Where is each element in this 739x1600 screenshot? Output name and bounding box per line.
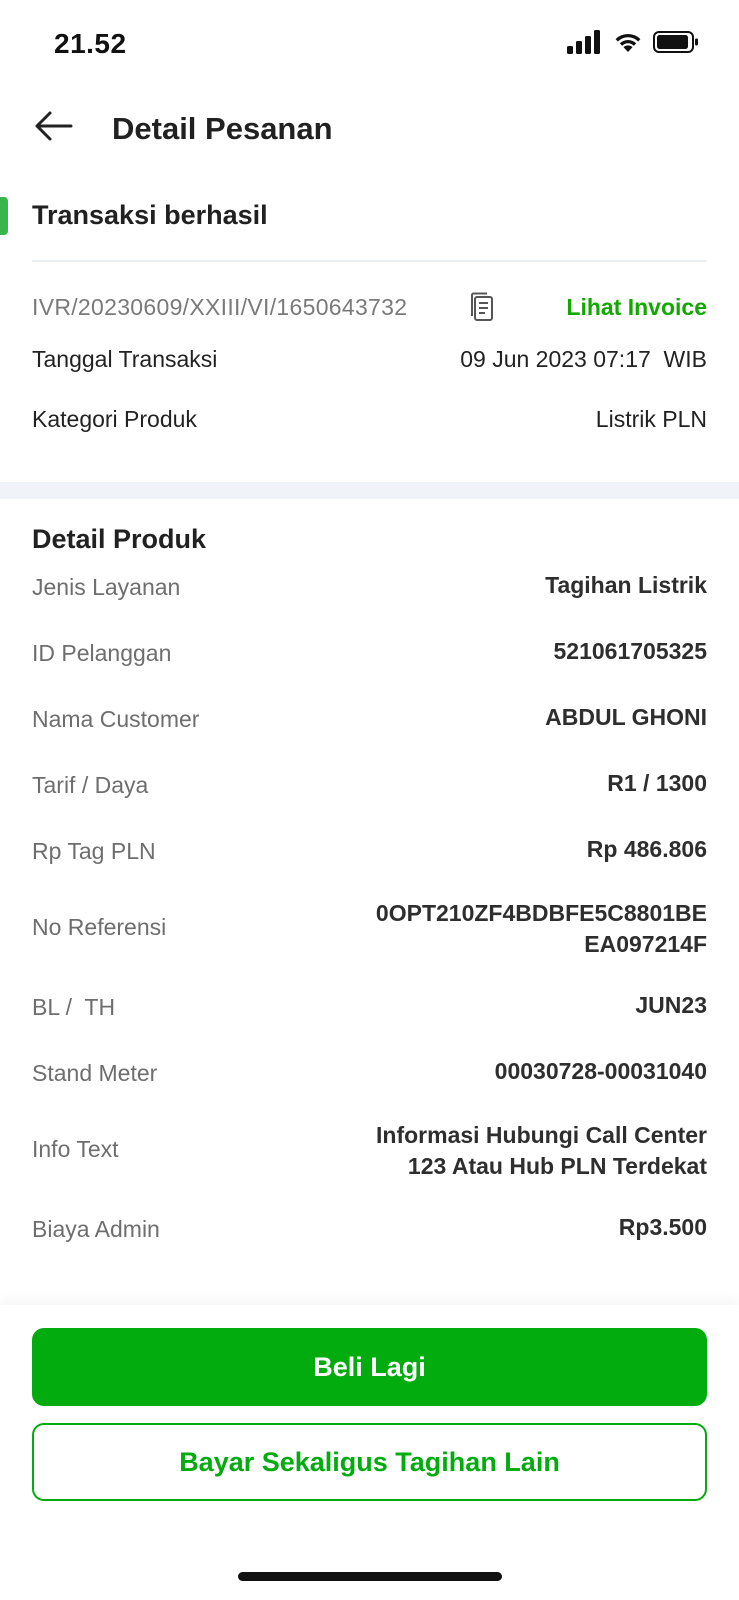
battery-icon [653,30,699,54]
detail-label: No Referensi [32,914,167,940]
detail-label: Stand Meter [32,1060,158,1086]
detail-row-stand-meter: Stand Meter 00030728-00031040 [32,1056,707,1096]
detail-label: BL / TH [32,994,116,1020]
product-detail-title: Detail Produk [32,524,207,554]
status-bar: 21.52 [0,0,739,90]
reference-line-1: 0OPT210ZF4BDBFE5C8801BE [375,900,707,926]
bottom-action-bar: Beli Lagi Bayar Sekaligus Tagihan Lain [0,1305,739,1600]
product-category-value: Listrik PLN [595,406,707,432]
status-time: 21.52 [54,28,127,59]
back-button[interactable] [30,107,76,149]
reference-line-2: EA097214F [584,931,707,957]
invoice-row: IVR/20230609/XXIII/VI/1650643732 Lihat I… [32,290,707,326]
detail-row-reference-number: No Referensi 0OPT210ZF4BDBFE5C8801BE EA0… [32,898,707,962]
detail-value: Rp 486.806 [586,836,707,862]
detail-row-customer-name: Nama Customer ABDUL GHONI [32,702,707,742]
detail-row-tariff: Tarif / Daya R1 / 1300 [32,768,707,808]
detail-label: Biaya Admin [32,1216,160,1242]
transaction-date-row: Tanggal Transaksi 09 Jun 2023 07:17 WIB [32,346,707,380]
transaction-date-value: 09 Jun 2023 07:17 WIB [460,346,707,372]
wifi-icon [613,30,643,54]
view-invoice-link[interactable]: Lihat Invoice [566,294,707,321]
detail-value: 521061705325 [553,638,708,664]
detail-label: Jenis Layanan [32,574,181,600]
status-icons [567,30,699,54]
detail-label: Rp Tag PLN [32,838,156,864]
buy-again-button[interactable]: Beli Lagi [32,1328,707,1406]
detail-row-customer-id: ID Pelanggan 521061705325 [32,636,707,676]
detail-label: Info Text [32,1136,119,1162]
detail-value: R1 / 1300 [607,770,707,796]
detail-label: ID Pelanggan [32,640,172,666]
copy-icon[interactable] [469,292,495,322]
detail-label: Nama Customer [32,706,200,732]
detail-value: Informasi Hubungi Call Center 123 Atau H… [376,1120,707,1182]
detail-row-admin-fee: Biaya Admin Rp3.500 [32,1212,707,1252]
invoice-code: IVR/20230609/XXIII/VI/1650643732 [32,294,408,320]
arrow-left-icon [33,110,73,147]
page-title: Detail Pesanan [112,111,333,146]
detail-value: 0OPT210ZF4BDBFE5C8801BE EA097214F [376,898,707,960]
detail-value: ABDUL GHONI [545,704,707,730]
info-text-line-1: Informasi Hubungi Call Center [376,1122,707,1148]
product-category-row: Kategori Produk Listrik PLN [32,406,707,440]
detail-value: JUN23 [635,992,707,1018]
detail-row-bill-amount: Rp Tag PLN Rp 486.806 [32,834,707,874]
status-indicator [0,197,8,235]
transaction-status: Transaksi berhasil [32,200,268,230]
info-text-line-2: 123 Atau Hub PLN Terdekat [407,1153,707,1179]
detail-label: Tarif / Daya [32,772,149,798]
section-divider [0,482,739,499]
signal-icon [567,30,603,54]
detail-row-info-text: Info Text Informasi Hubungi Call Center … [32,1120,707,1184]
header: Detail Pesanan [0,95,739,165]
pay-other-bills-button[interactable]: Bayar Sekaligus Tagihan Lain [32,1423,707,1501]
detail-row-period: BL / TH JUN23 [32,990,707,1030]
detail-row-service-type: Jenis Layanan Tagihan Listrik [32,570,707,610]
transaction-date-label: Tanggal Transaksi [32,346,218,372]
home-indicator [238,1572,502,1581]
detail-value: Tagihan Listrik [545,572,707,598]
detail-value: 00030728-00031040 [494,1058,707,1084]
product-category-label: Kategori Produk [32,406,197,432]
detail-value: Rp3.500 [618,1214,707,1240]
divider [32,260,707,262]
